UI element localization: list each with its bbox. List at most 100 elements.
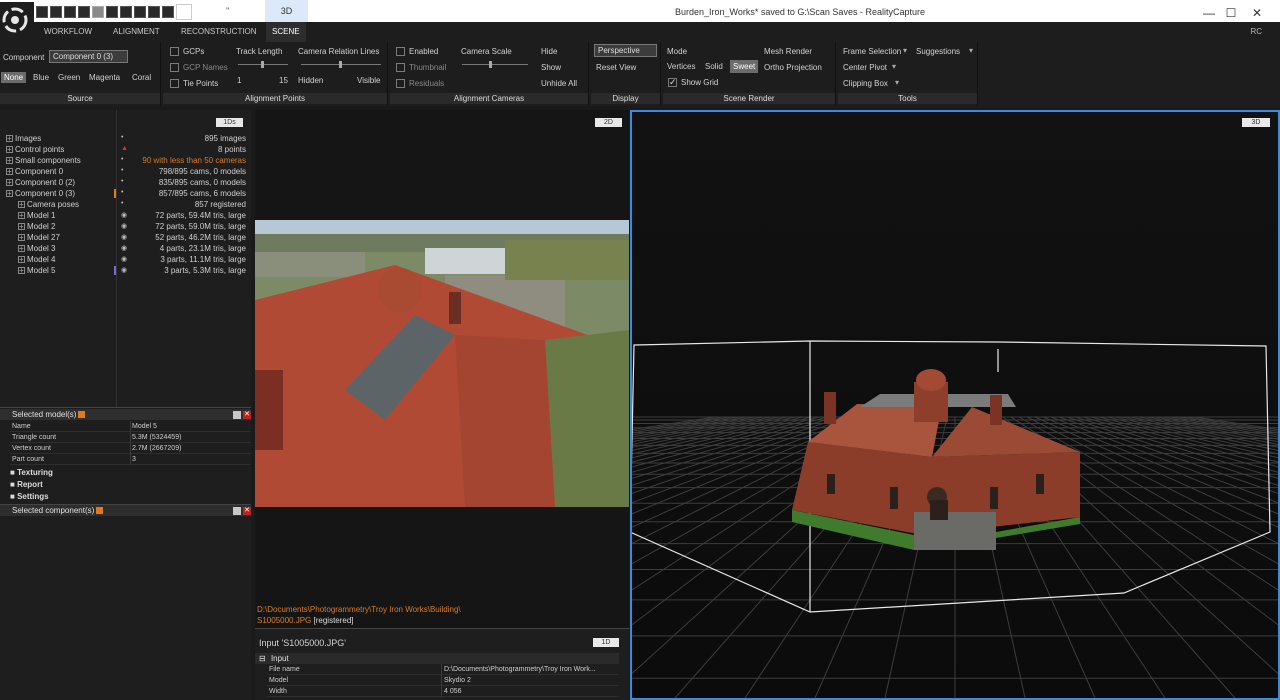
tree-item[interactable]: Model 4 — [18, 254, 55, 265]
redo-icon[interactable] — [162, 6, 174, 18]
pin-icon[interactable] — [233, 411, 241, 419]
app-logo[interactable] — [0, 2, 34, 38]
tab-scene[interactable]: SCENE — [266, 22, 306, 42]
aerial-photo[interactable] — [255, 220, 629, 507]
pin-icon[interactable]: • — [121, 156, 129, 165]
expand-icon[interactable] — [6, 188, 13, 199]
blank-layout-icon[interactable] — [176, 4, 192, 20]
enabled-checkbox[interactable] — [396, 47, 405, 56]
close-panel-icon[interactable]: ✕ — [243, 411, 251, 419]
tree-item[interactable]: Model 1 — [18, 210, 55, 221]
tree-item[interactable]: Model 5 — [18, 265, 55, 276]
eye-icon[interactable]: ◉ — [121, 255, 129, 264]
expand-icon[interactable] — [18, 221, 25, 232]
pin-icon[interactable]: • — [121, 200, 129, 209]
expand-icon[interactable] — [6, 133, 13, 144]
mesh-render-button[interactable]: Mesh Render — [764, 47, 812, 56]
view-3d-badge[interactable]: 3D — [1242, 118, 1270, 127]
color-green-button[interactable]: Green — [55, 72, 83, 83]
tie-points-checkbox[interactable] — [170, 79, 179, 88]
vertices-button[interactable]: Vertices — [664, 61, 698, 72]
unhide-all-button[interactable]: Unhide All — [541, 79, 577, 88]
expand-icon[interactable] — [18, 265, 25, 276]
layout-7-icon[interactable] — [120, 6, 132, 18]
expand-icon[interactable] — [6, 177, 13, 188]
tree-item[interactable]: Model 2 — [18, 221, 55, 232]
suggestions-chevron-icon[interactable]: ▾ — [969, 46, 973, 55]
layout-1-icon[interactable] — [36, 6, 48, 18]
color-coral-button[interactable]: Coral — [129, 72, 154, 83]
undo-icon[interactable] — [148, 6, 160, 18]
sweet-button[interactable]: Sweet — [730, 60, 759, 73]
view-3d[interactable]: 3D — [630, 110, 1280, 700]
thumbnail-checkbox[interactable] — [396, 63, 405, 72]
center-pivot-button[interactable]: Center Pivot — [843, 63, 887, 72]
eye-icon[interactable]: ◉ — [121, 233, 129, 242]
tree-item[interactable]: Camera poses — [18, 199, 79, 210]
color-blue-button[interactable]: Blue — [30, 72, 52, 83]
dropdown-icon[interactable] — [96, 507, 104, 515]
track-length-thumb[interactable] — [261, 61, 264, 68]
eye-icon[interactable]: ◉ — [121, 266, 129, 275]
tab-reconstruction[interactable]: RECONSTRUCTION — [175, 22, 263, 42]
view-2d-badge[interactable]: 2D — [595, 118, 622, 127]
selected-components-header[interactable]: Selected component(s) — [0, 505, 251, 516]
expand-icon[interactable] — [18, 199, 25, 210]
center-pivot-chevron-icon[interactable]: ▾ — [892, 62, 896, 71]
clipping-box-chevron-icon[interactable]: ▾ — [895, 78, 899, 87]
pin-icon[interactable]: • — [121, 189, 129, 198]
tree-item[interactable]: Component 0 (3) — [6, 188, 75, 199]
tree-item[interactable]: Component 0 (2) — [6, 177, 75, 188]
solid-button[interactable]: Solid — [702, 61, 726, 72]
layout-4-icon[interactable] — [78, 6, 90, 18]
camera-scale-thumb[interactable] — [489, 61, 492, 68]
expand-icon[interactable] — [18, 210, 25, 221]
input-1d-badge[interactable]: 1D — [593, 638, 619, 647]
expand-icon[interactable] — [18, 254, 25, 265]
suggestions-button[interactable]: Suggestions — [916, 47, 960, 56]
tree-item[interactable]: Control points — [6, 144, 64, 155]
pin-icon[interactable]: • — [121, 134, 129, 143]
reset-view-button[interactable]: Reset View — [596, 63, 636, 72]
texturing-section[interactable]: ■ Texturing — [10, 468, 53, 477]
eye-icon[interactable]: ◉ — [121, 244, 129, 253]
tree-item[interactable]: Images — [6, 133, 41, 144]
tree-item[interactable]: Small components — [6, 155, 81, 166]
camera-relation-thumb[interactable] — [339, 61, 342, 68]
pin-icon[interactable]: • — [121, 178, 129, 187]
show-button[interactable]: Show — [541, 63, 561, 72]
residuals-checkbox[interactable] — [396, 79, 405, 88]
warning-icon[interactable]: ▲ — [121, 145, 129, 154]
layout-6-icon[interactable] — [106, 6, 118, 18]
camera-scale-slider[interactable] — [462, 64, 528, 65]
expand-icon[interactable] — [6, 155, 13, 166]
frame-selection-button[interactable]: Frame Selection — [843, 47, 901, 56]
gcps-checkbox[interactable] — [170, 47, 179, 56]
component-select[interactable]: Component 0 (3) — [49, 50, 128, 63]
input-section-header[interactable]: ⊟ Input — [255, 653, 619, 664]
tab-alignment[interactable]: ALIGNMENT — [107, 22, 166, 42]
ortho-projection-button[interactable]: Ortho Projection — [764, 63, 822, 72]
eye-icon[interactable]: ◉ — [121, 222, 129, 231]
settings-section[interactable]: ■ Settings — [10, 492, 49, 501]
tab-3d[interactable]: 3D — [265, 0, 308, 22]
close-button[interactable]: ✕ — [1234, 0, 1280, 26]
show-grid-checkbox[interactable] — [668, 77, 677, 88]
pin-icon[interactable] — [233, 507, 241, 515]
report-section[interactable]: ■ Report — [10, 480, 43, 489]
expand-icon[interactable] — [18, 232, 25, 243]
frame-selection-chevron-icon[interactable]: ▾ — [903, 46, 907, 55]
layout-5-icon[interactable] — [92, 6, 104, 18]
tab-workflow[interactable]: WORKFLOW — [38, 22, 98, 42]
collapse-icon[interactable]: ⊟ — [259, 654, 266, 663]
pin-icon[interactable]: • — [121, 167, 129, 176]
projection-select[interactable]: Perspective — [594, 44, 657, 57]
color-none-button[interactable]: None — [1, 72, 27, 83]
tree-1ds-button[interactable]: 1Ds — [216, 118, 243, 127]
expand-icon[interactable] — [6, 144, 13, 155]
layout-3-icon[interactable] — [64, 6, 76, 18]
tree-item[interactable]: Component 0 — [6, 166, 63, 177]
layout-8-icon[interactable] — [134, 6, 146, 18]
color-magenta-button[interactable]: Magenta — [86, 72, 123, 83]
expand-icon[interactable] — [6, 166, 13, 177]
